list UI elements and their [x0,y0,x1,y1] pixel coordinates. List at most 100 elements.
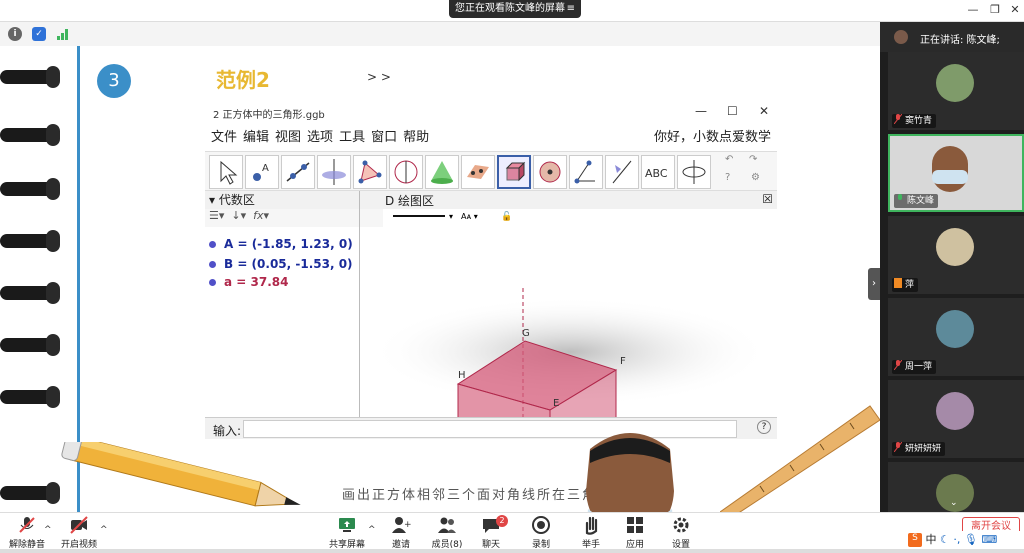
avatar [936,310,974,348]
keyboard-icon[interactable]: ⌨ [981,533,997,546]
chevron-down-icon[interactable]: ⌄ [950,498,958,508]
apps-button[interactable]: 应用 [610,515,660,550]
algebra-row[interactable]: A = (-1.85, 1.23, 0) [209,237,353,251]
help-icon[interactable]: ? [725,172,730,183]
algebra-view-title: 代数区 [218,193,255,207]
visibility-dot-icon[interactable] [209,261,216,268]
gg-close-button[interactable]: ✕ [759,104,769,118]
geogebra-window: 2 正方体中的三角形.ggb — ☐ ✕ 文件 编辑 视图 选项 工具 窗口 帮助 你好，小… [205,102,777,464]
participant-tile[interactable]: 妍妍妍妍 [888,380,1024,458]
gear-icon[interactable]: ⚙ [751,172,760,183]
menu-help[interactable]: 帮助 [403,126,429,145]
perpendicular-tool-icon[interactable] [317,155,351,189]
chevron-up-icon[interactable]: ^ [100,525,108,535]
reflect-tool-icon[interactable] [605,155,639,189]
polygon-tool-icon[interactable] [353,155,387,189]
settings-button[interactable]: 设置 [656,515,706,550]
binder-ring [0,282,60,304]
chat-badge: 2 [496,515,508,527]
users-icon [438,517,456,533]
mic-muted-icon [894,442,902,452]
mic-icon[interactable]: 🎙 [964,533,978,546]
moon-icon[interactable]: ☾ [940,533,950,546]
avatar [936,228,974,266]
speaking-indicator: 正在讲话: 陈文峰; [880,22,1024,52]
point-tool-icon[interactable]: A [245,155,279,189]
gg-minimize-button[interactable]: — [695,104,707,118]
vertex-label: H [458,370,466,381]
input-help-icon[interactable]: ? [757,420,771,434]
participant-tile[interactable]: 陈文峰 [888,134,1024,212]
raise-hand-button[interactable]: 举手 [566,515,616,550]
chat-button[interactable]: 2 聊天 [466,515,516,550]
circle-tool-icon[interactable] [389,155,423,189]
meeting-control-bar: 解除静音 ^ 开启视频 ^ 共享屏幕 ^ + 邀请 成员(8) 2 聊天 录制 [0,512,1024,553]
menu-view[interactable]: 视图 [275,126,301,145]
participant-tile[interactable]: 窦竹青 [888,52,1024,130]
participant-tile[interactable]: 周一萍 [888,298,1024,376]
text-tool-icon[interactable]: ABC [641,155,675,189]
menu-icon[interactable]: ≡ [567,0,575,18]
share-screen-button[interactable]: 共享屏幕 [322,515,372,550]
ime-toolbar[interactable]: S 中 ☾ ·, 🎙 ⌨ [908,531,1020,549]
signal-icon[interactable] [56,27,70,41]
share-notice[interactable]: 您正在观看陈文峰的屏幕 ≡ [449,0,581,18]
rotate-view-tool-icon[interactable] [677,155,711,189]
svg-text:A: A [262,163,269,174]
algebra-row[interactable]: a = 37.84 [209,275,288,289]
members-button[interactable]: 成员(8) [422,515,472,550]
share-notice-text: 您正在观看陈文峰的屏幕 [455,3,565,14]
invite-button[interactable]: + 邀请 [376,515,426,550]
close-button[interactable]: ✕ [1008,3,1022,17]
algebra-toolbar: ☰▾ ↓▾ fx▾ [205,209,383,227]
gg-maximize-button[interactable]: ☐ [727,104,738,118]
algebra-row[interactable]: B = (0.05, -1.53, 0) [209,257,353,271]
cone-tool-icon[interactable] [425,155,459,189]
restore-button[interactable]: ❐ [988,3,1002,17]
menu-edit[interactable]: 编辑 [243,126,269,145]
menu-file[interactable]: 文件 [211,126,237,145]
graphics-style-bar: ▾ Aᴀ ▾ 🔓 [383,209,523,225]
next-arrows: > > [367,70,391,84]
menu-tools[interactable]: 工具 [339,126,365,145]
start-video-button[interactable]: 开启视频 [54,515,104,550]
participant-tile[interactable]: ⌄ [888,462,1024,512]
user-greeting[interactable]: 你好，小数点爱数学 [654,126,771,145]
close-view-icon[interactable]: ☒ [762,192,773,206]
info-icon[interactable]: i [8,27,22,41]
move-tool-icon[interactable] [209,155,243,189]
redo-icon[interactable]: ↷ [749,154,757,165]
share-screen-icon [339,518,355,532]
shared-screen: 3 范例2 > > 2 正方体中的三角形.ggb — ☐ ✕ 文件 编辑 视图 … [0,46,880,512]
menu-window[interactable]: 窗口 [371,126,397,145]
visibility-dot-icon[interactable] [209,241,216,248]
graphics-view-header: D 绘图区 ☒ [383,191,777,209]
ime-mode[interactable]: 中 [926,533,937,546]
menu-options[interactable]: 选项 [307,126,333,145]
chevron-up-icon[interactable]: ^ [44,525,52,535]
plane-tool-icon[interactable] [461,155,495,189]
angle-tool-icon[interactable] [569,155,603,189]
record-button[interactable]: 录制 [516,515,566,550]
collapse-panel-button[interactable]: › [868,268,880,300]
comma-icon[interactable]: ·, [953,533,960,546]
mic-muted-icon [894,114,902,124]
participant-name: 陈文峰 [894,194,939,208]
vertex-label: G [522,328,530,339]
line-tool-icon[interactable] [281,155,315,189]
chevron-up-icon[interactable]: ^ [368,525,376,535]
minimize-button[interactable]: — [966,3,980,17]
undo-icon[interactable]: ↶ [725,154,733,165]
camera-off-icon [70,516,88,534]
binder-ring [0,334,60,356]
shield-icon[interactable]: ✓ [32,27,46,41]
cube-tool-icon[interactable] [497,155,531,189]
graphics-3d-canvas[interactable]: G F H E C B D A [360,227,777,417]
geogebra-file-title: 2 正方体中的三角形.ggb [213,110,325,121]
video-face [932,146,968,192]
sphere-tool-icon[interactable] [533,155,567,189]
participant-tile[interactable]: 萍 [888,216,1024,294]
fx-button[interactable]: fx [253,209,263,222]
visibility-dot-icon[interactable] [209,279,216,286]
video-mask [932,170,968,184]
